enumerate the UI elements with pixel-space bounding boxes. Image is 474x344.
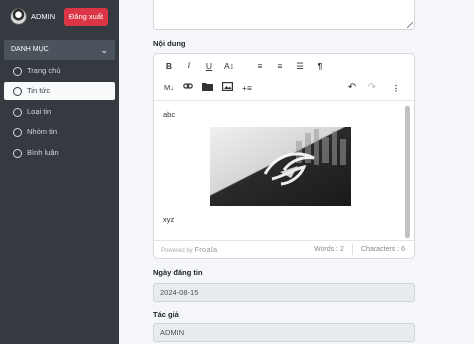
sidebar-item-label: Tin tức (27, 86, 51, 95)
sidebar-item-home[interactable]: Trang chủ (4, 62, 115, 80)
user-name: ADMIN (31, 12, 56, 21)
paragraph-format-icon[interactable]: ≡ (273, 59, 287, 73)
sidebar-item-label: Bình luận (27, 148, 59, 157)
word-count: Words : 2 (314, 246, 344, 253)
author-label: Tác giả (153, 310, 179, 319)
sidebar-item-label: Nhóm tin (27, 127, 58, 136)
froala-logo[interactable]: Froala (194, 245, 217, 254)
editor-text-before: abc (163, 110, 176, 119)
sidebar: ADMIN Đăng xuất DANH MỤC ⌄ Trang chủ Tin… (0, 0, 119, 344)
rich-text-editor[interactable]: B i U A↕ ≡ ≡ ☰ ¶ M↓ +≡ ↶ ↷ ⋮ abc xyz Pow… (153, 53, 415, 259)
toolbar-divider (154, 100, 414, 101)
pilcrow-icon[interactable]: ¶ (313, 59, 327, 73)
resize-handle-icon[interactable] (407, 22, 413, 28)
circle-icon (13, 149, 22, 158)
footer-divider (154, 240, 414, 241)
circle-icon (13, 108, 22, 117)
sidebar-item-label: Trang chủ (27, 66, 61, 75)
sidebar-item-news-type[interactable]: Loại tin (4, 103, 115, 121)
sidebar-item-news[interactable]: Tin tức (4, 82, 115, 100)
sidebar-item-comments[interactable]: Bình luận (4, 144, 115, 162)
circle-icon (13, 128, 22, 137)
bold-icon[interactable]: B (162, 59, 176, 73)
stat-divider (352, 244, 353, 255)
sidebar-item-label: Loại tin (27, 107, 52, 116)
insert-more-icon[interactable]: +≡ (240, 81, 254, 95)
link-icon[interactable] (181, 81, 195, 95)
redo-icon[interactable]: ↷ (365, 81, 379, 95)
powered-by: Powered by Froala (161, 245, 217, 254)
italic-icon[interactable]: i (182, 59, 196, 73)
publish-date-label: Ngày đăng tin (153, 268, 203, 277)
markdown-icon[interactable]: M↓ (162, 81, 176, 95)
content-label: Nội dung (153, 39, 186, 48)
circle-icon (13, 87, 22, 96)
folder-icon[interactable] (200, 81, 214, 95)
publish-date-field[interactable]: 2024-08-15 (153, 283, 415, 302)
character-count: Characters : 6 (361, 246, 405, 253)
editor-scrollbar[interactable] (405, 106, 410, 238)
avatar (10, 8, 27, 25)
chevron-down-icon: ⌄ (100, 45, 108, 55)
undo-icon[interactable]: ↶ (345, 81, 359, 95)
powered-by-label: Powered by (161, 248, 193, 254)
user-panel: ADMIN Đăng xuất (10, 7, 115, 27)
summary-textarea[interactable] (153, 0, 415, 30)
underline-icon[interactable]: U (202, 59, 216, 73)
menu-header-label: DANH MỤC (11, 46, 49, 53)
more-options-icon[interactable]: ⋮ (389, 81, 403, 95)
list-icon[interactable]: ☰ (293, 59, 307, 73)
menu-header[interactable]: DANH MỤC ⌄ (4, 40, 115, 60)
font-size-icon[interactable]: A↕ (222, 59, 236, 73)
logout-button[interactable]: Đăng xuất (64, 8, 108, 26)
main-content: Nội dung B i U A↕ ≡ ≡ ☰ ¶ M↓ +≡ ↶ ↷ ⋮ ab… (119, 0, 474, 344)
editor-text-after: xyz (163, 215, 175, 224)
circle-icon (13, 67, 22, 76)
author-field[interactable]: ADMIN (153, 323, 415, 342)
inserted-image[interactable] (210, 127, 351, 206)
align-icon[interactable]: ≡ (253, 59, 267, 73)
image-icon[interactable] (220, 81, 234, 95)
sidebar-item-news-group[interactable]: Nhóm tin (4, 123, 115, 141)
